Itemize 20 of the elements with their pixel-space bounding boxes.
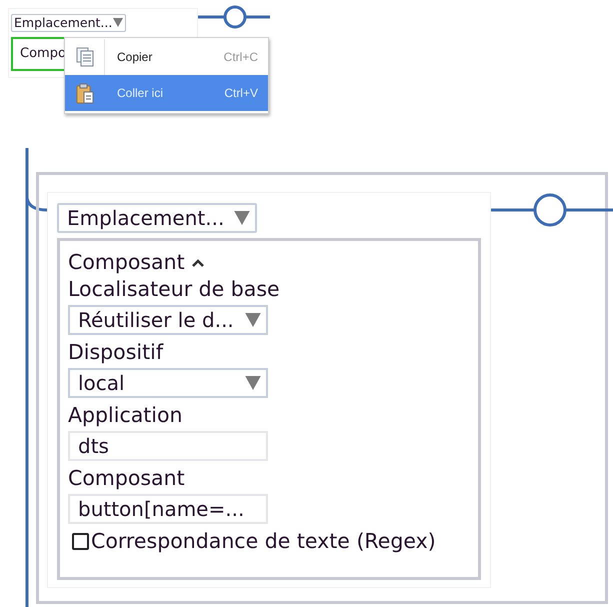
copy-icon: [76, 47, 94, 67]
dropdown-arrow-icon: [234, 211, 250, 225]
select-field[interactable]: local: [68, 368, 268, 398]
location-dropdown[interactable]: Emplacement...: [11, 14, 126, 32]
dropdown-arrow-icon: [113, 18, 124, 27]
collapse-caret-icon[interactable]: [190, 258, 205, 268]
field-label: Composant: [68, 465, 185, 492]
section-title: Composant: [68, 249, 185, 276]
location-dropdown[interactable]: Emplacement...: [57, 203, 257, 233]
field-label: Localisateur de base: [68, 276, 280, 303]
dropdown-arrow-icon: [245, 313, 261, 327]
checkbox-label: Correspondance de texte (Regex): [91, 528, 436, 555]
checkbox[interactable]: [72, 533, 89, 550]
paste-icon: [76, 82, 94, 104]
field-label: Application: [68, 402, 183, 429]
input-field[interactable]: dts: [68, 431, 268, 461]
input-field[interactable]: button[name=...: [68, 494, 268, 524]
dropdown-arrow-icon: [245, 376, 261, 390]
select-field[interactable]: Réutiliser le d...: [68, 305, 268, 335]
field-label: Dispositif: [68, 339, 164, 366]
